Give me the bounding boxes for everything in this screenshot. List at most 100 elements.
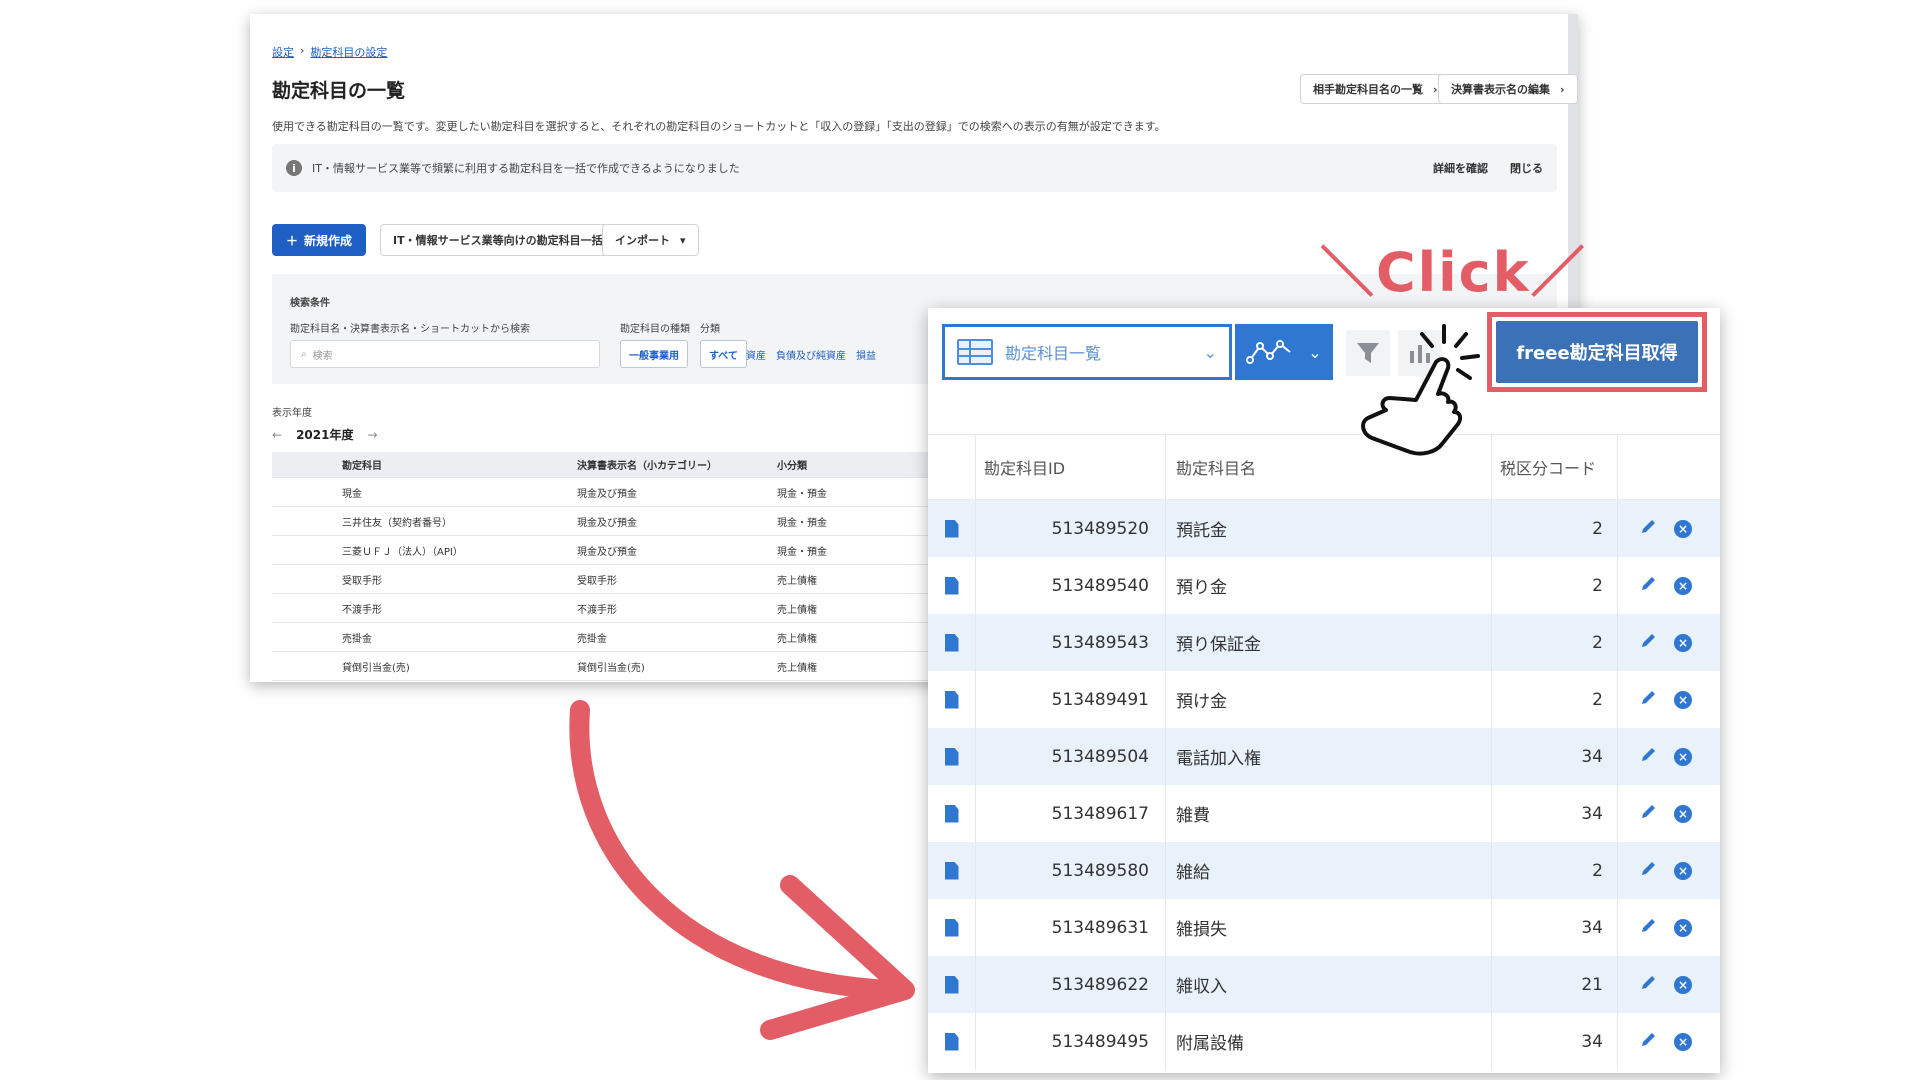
tax-code-cell: 21 (1492, 956, 1618, 1013)
delete-icon[interactable]: × (1674, 576, 1692, 595)
delete-icon[interactable]: × (1674, 519, 1692, 538)
document-icon[interactable] (944, 861, 959, 880)
highlight-frame (1487, 312, 1707, 392)
cell: 三井住友（契約者番号） (342, 517, 452, 529)
document-icon[interactable] (944, 519, 959, 538)
bulk-setup-button[interactable]: IT・情報サービス業等向けの勘定科目一括設定 (380, 224, 638, 256)
edit-pencil-icon[interactable] (1640, 688, 1658, 711)
delete-icon[interactable]: × (1674, 747, 1692, 766)
edit-statement-names-button[interactable]: 決算書表示名の編集 › (1438, 74, 1578, 104)
tax-code-cell: 34 (1492, 785, 1618, 842)
search-input[interactable]: ⌕ 検索 (290, 340, 600, 368)
tax-code-cell: 2 (1492, 614, 1618, 671)
cell: 不渡手形 (342, 604, 382, 616)
delete-icon[interactable]: × (1674, 861, 1692, 880)
classification-asset-link[interactable]: 資産 (746, 347, 766, 362)
document-icon[interactable] (944, 975, 959, 994)
delete-icon[interactable]: × (1674, 975, 1692, 994)
table-row[interactable]: 513489617 雑費 34 × (928, 785, 1720, 842)
delete-icon[interactable]: × (1674, 804, 1692, 823)
notice-close-link[interactable]: 閉じる (1510, 160, 1543, 176)
row-actions: × (1618, 1013, 1714, 1070)
page-description: 使用できる勘定科目の一覧です。変更したい勘定科目を選択すると、それぞれの勘定科目… (272, 120, 1166, 133)
edit-pencil-icon[interactable] (1640, 802, 1658, 825)
document-icon[interactable] (944, 918, 959, 937)
account-name-cell: 電話加入権 (1166, 728, 1492, 785)
cell: 売掛金 (342, 633, 372, 645)
table-row[interactable]: 513489540 預り金 2 × (928, 557, 1720, 614)
document-icon[interactable] (944, 633, 959, 652)
account-name-cell: 附属設備 (1166, 1013, 1492, 1070)
table-row[interactable]: 513489543 預り保証金 2 × (928, 614, 1720, 671)
row-actions: × (1618, 557, 1714, 614)
delete-icon[interactable]: × (1674, 918, 1692, 937)
breadcrumb-settings-link[interactable]: 設定 (272, 44, 294, 60)
account-name-cell: 雑給 (1166, 842, 1492, 899)
table-view-icon (957, 339, 993, 365)
search-icon: ⌕ (301, 348, 307, 360)
delete-icon[interactable]: × (1674, 1032, 1692, 1051)
pointing-hand-icon (1361, 324, 1480, 456)
edit-statement-names-label: 決算書表示名の編集 (1451, 83, 1550, 96)
cell: 貸倒引当金(売) (577, 662, 645, 674)
edit-pencil-icon[interactable] (1640, 859, 1658, 882)
table-row[interactable]: 513489520 預託金 2 × (928, 500, 1720, 557)
classification-all-chip[interactable]: すべて (700, 340, 747, 368)
tax-code-cell: 2 (1492, 671, 1618, 728)
account-name-cell: 雑収入 (1166, 956, 1492, 1013)
document-icon[interactable] (944, 576, 959, 595)
header-statement-name: 決算書表示名（小カテゴリー） (577, 461, 717, 472)
table-row[interactable]: 513489504 電話加入権 34 × (928, 728, 1720, 785)
account-type-label: 勘定科目の種類 (620, 324, 690, 335)
edit-pencil-icon[interactable] (1640, 973, 1658, 996)
cell: 現金及び預金 (577, 488, 637, 500)
import-label: インポート (615, 234, 670, 247)
arrow-left-icon[interactable]: ← (272, 428, 282, 442)
counter-account-list-button[interactable]: 相手勘定科目名の一覧 › (1300, 74, 1451, 104)
row-actions: × (1618, 614, 1714, 671)
row-actions: × (1618, 842, 1714, 899)
edit-pencil-icon[interactable] (1640, 916, 1658, 939)
cell: 受取手形 (342, 575, 382, 587)
table-row[interactable]: 513489580 雑給 2 × (928, 842, 1720, 899)
table-row[interactable]: 513489491 預け金 2 × (928, 671, 1720, 728)
edit-pencil-icon[interactable] (1640, 517, 1658, 540)
chart-view-select[interactable]: ⌄ (1235, 324, 1333, 380)
tax-code-cell: 34 (1492, 1013, 1618, 1070)
table-row[interactable]: 513489495 附属設備 34 × (928, 1013, 1720, 1070)
edit-pencil-icon[interactable] (1640, 745, 1658, 768)
document-icon[interactable] (944, 747, 959, 766)
notice-detail-link[interactable]: 詳細を確認 (1433, 160, 1488, 176)
edit-pencil-icon[interactable] (1640, 1030, 1658, 1053)
delete-icon[interactable]: × (1674, 633, 1692, 652)
delete-icon[interactable]: × (1674, 690, 1692, 709)
table-row[interactable]: 513489622 雑収入 21 × (928, 956, 1720, 1013)
import-dropdown-button[interactable]: インポート ▾ (602, 224, 699, 256)
breadcrumb-account-settings-link[interactable]: 勘定科目の設定 (310, 44, 387, 60)
breadcrumb: 設定 › 勘定科目の設定 (272, 44, 387, 60)
document-icon[interactable] (944, 690, 959, 709)
arrow-right-icon[interactable]: → (367, 428, 377, 442)
fiscal-year-nav: ← 2021年度 → (272, 426, 378, 443)
cell: 受取手形 (577, 575, 617, 587)
account-id-cell: 513489543 (976, 614, 1166, 671)
document-icon[interactable] (944, 804, 959, 823)
click-annotation: ＼Click／ (1320, 241, 1587, 304)
header-account-id: 勘定科目ID (976, 435, 1166, 499)
record-cell (928, 557, 976, 614)
row-actions: × (1618, 956, 1714, 1013)
classification-pl-link[interactable]: 損益 (856, 347, 876, 362)
edit-pencil-icon[interactable] (1640, 574, 1658, 597)
chevron-down-icon: ⌄ (1203, 342, 1217, 362)
view-select[interactable]: 勘定科目一覧 ⌄ (942, 324, 1232, 380)
document-icon[interactable] (944, 1032, 959, 1051)
account-name-cell: 雑損失 (1166, 899, 1492, 956)
account-type-select[interactable]: 一般事業用 (620, 340, 688, 368)
account-id-cell: 513489617 (976, 785, 1166, 842)
edit-pencil-icon[interactable] (1640, 631, 1658, 654)
classification-liability-link[interactable]: 負債及び純資産 (776, 347, 846, 362)
cell: 現金 (342, 488, 362, 500)
table-row[interactable]: 513489631 雑損失 34 × (928, 899, 1720, 956)
new-account-button[interactable]: ＋ 新規作成 (272, 224, 366, 256)
chevron-down-icon: ⌄ (1308, 342, 1322, 362)
